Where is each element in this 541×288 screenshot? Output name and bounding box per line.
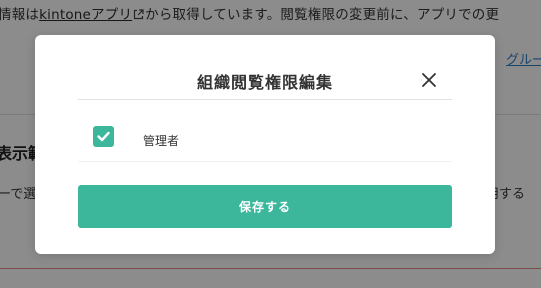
close-icon xyxy=(422,73,436,87)
check-icon xyxy=(97,131,110,142)
admin-checkbox[interactable] xyxy=(93,126,114,147)
edit-org-permission-dialog: 組織閲覧権限編集 管理者 保存する xyxy=(35,35,495,254)
permission-row-admin: 管理者 xyxy=(78,121,452,161)
row-divider xyxy=(78,161,452,162)
permission-label: 管理者 xyxy=(143,134,180,148)
save-button[interactable]: 保存する xyxy=(78,185,452,228)
header-divider xyxy=(78,99,452,100)
close-button[interactable] xyxy=(420,71,438,89)
